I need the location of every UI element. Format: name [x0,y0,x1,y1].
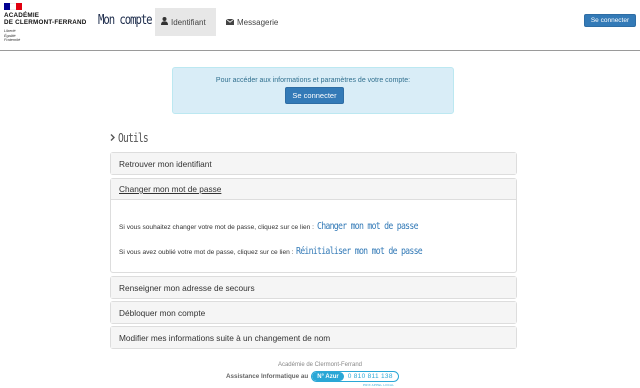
footer-academy: Académie de Clermont-Ferrand [277,362,363,368]
footer-assistance: Assistance Informatique au N° Azur 0 810… [226,371,399,382]
logo-line-1: ACADÉMIE [4,12,40,19]
azur-number-badge[interactable]: N° Azur 0 810 811 138 [311,371,399,382]
top-navbar: ACADÉMIE DE CLERMONT-FERRAND Liberté Éga… [0,0,640,51]
tab-identifiant[interactable]: Identifiant [155,8,216,36]
azur-badge: N° Azur [312,372,344,381]
change-password-text: Si vous souhaitez changer votre mot de p… [119,224,314,231]
app-brand[interactable]: Mon compte [98,13,153,28]
tools-heading: Outils [110,131,155,145]
tab-messagerie-label: Messagerie [237,17,279,27]
login-info-text: Pour accéder aux informations et paramèt… [215,77,411,84]
panel-title[interactable]: Changer mon mot de passe [111,179,516,200]
reset-password-text: Si vous avez oublié votre mot de passe, … [119,249,294,256]
user-icon [161,17,168,27]
panel-title[interactable]: Débloquer mon compte [111,302,516,323]
logo-line-2: DE CLERMONT-FERRAND [4,19,87,26]
azur-subtext: PRIX APPEL LOCAL [363,383,395,387]
assistance-label: Assistance Informatique au [226,373,309,380]
envelope-icon [225,18,235,27]
panel-changer-mot-de-passe[interactable]: Changer mon mot de passe Si vous souhait… [110,178,517,273]
panel-body: Si vous souhaitez changer votre mot de p… [111,200,516,272]
chevron-right-icon [110,133,115,143]
tools-heading-label: Outils [118,131,149,145]
panel-title[interactable]: Retrouver mon identifiant [111,153,516,174]
azur-phone-number: 0 810 811 138 [347,373,393,380]
logo-motto: Liberté Égalité Fraternité [4,29,20,43]
panel-retrouver-identifiant[interactable]: Retrouver mon identifiant [110,152,517,175]
tab-identifiant-label: Identifiant [171,17,206,27]
academy-logo[interactable]: ACADÉMIE DE CLERMONT-FERRAND Liberté Éga… [4,3,94,47]
login-info-box: Pour accéder aux informations et paramèt… [172,67,454,114]
panel-title[interactable]: Renseigner mon adresse de secours [111,277,516,298]
panel-adresse-secours[interactable]: Renseigner mon adresse de secours [110,276,517,299]
change-password-line: Si vous souhaitez changer votre mot de p… [119,221,440,232]
panel-debloquer-compte[interactable]: Débloquer mon compte [110,301,517,324]
panel-title[interactable]: Modifier mes informations suite à un cha… [111,327,516,348]
motto-fraternite: Fraternité [4,38,21,42]
top-login-button[interactable]: Se connecter [584,14,636,27]
reset-password-link[interactable]: Réinitialiser mon mot de passe [296,246,423,257]
panel-changement-nom[interactable]: Modifier mes informations suite à un cha… [110,326,517,349]
change-password-link[interactable]: Changer mon mot de passe [317,221,419,232]
main-login-button[interactable]: Se connecter [285,87,344,104]
french-flag-icon [4,3,22,10]
reset-password-line: Si vous avez oublié votre mot de passe, … [119,246,450,257]
tab-messagerie[interactable]: Messagerie [220,8,284,36]
